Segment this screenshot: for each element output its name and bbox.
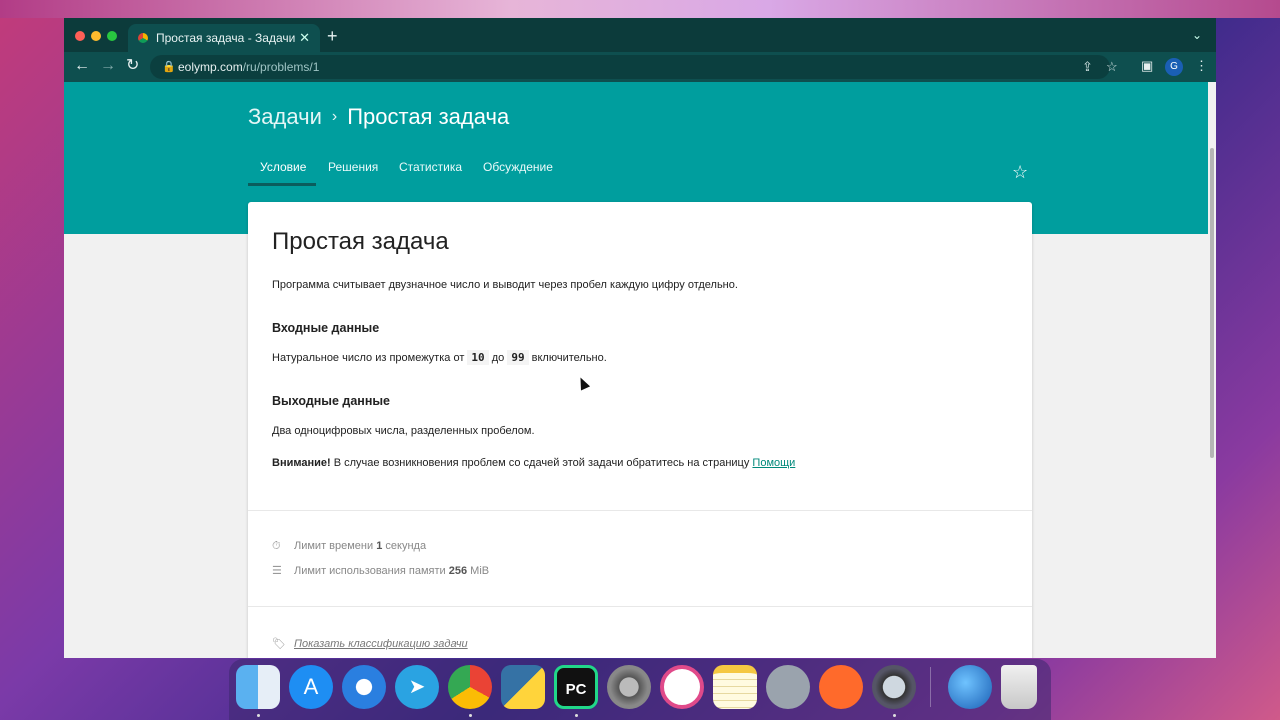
show-classification-link[interactable]: Показать классификацию задачи xyxy=(294,638,468,650)
memory-stack-icon: ☰ xyxy=(272,565,282,577)
running-indicator xyxy=(575,714,578,717)
url-text[interactable]: eolymp.com/ru/problems/1 xyxy=(178,60,319,74)
tab-search-chevron-icon[interactable]: ⌄ xyxy=(1192,28,1202,42)
desktop-wallpaper xyxy=(0,0,1280,18)
tab-title: Простая задача - Задачи - Eo xyxy=(156,31,296,45)
output-description: Два одноцифровых числа, разделенных проб… xyxy=(272,425,535,437)
bookmark-star-icon[interactable]: ☆ xyxy=(1106,59,1118,75)
side-panel-icon[interactable]: ▣ xyxy=(1141,58,1153,74)
app-store-icon[interactable]: A xyxy=(289,665,333,709)
globe-icon[interactable] xyxy=(948,665,992,709)
tab-discussion[interactable]: Обсуждение xyxy=(483,160,553,174)
tag-icon: 🏷 xyxy=(272,638,286,650)
browser-menu-icon[interactable]: ⋮ xyxy=(1195,58,1208,74)
minimize-window-button[interactable] xyxy=(91,31,101,41)
active-tab-indicator xyxy=(248,183,316,186)
browser-toolbar: ← → ↻ 🔒 eolymp.com/ru/problems/1 ⇪ ☆ ▣ G… xyxy=(64,52,1216,82)
breadcrumb: Задачи › Простая задача xyxy=(248,104,509,130)
zoom-window-button[interactable] xyxy=(107,31,117,41)
trash-icon[interactable] xyxy=(1001,665,1037,709)
finder-icon[interactable] xyxy=(236,665,280,709)
time-limit: ⏱ Лимит времени 1 секунда xyxy=(272,540,427,552)
input-heading: Входные данные xyxy=(272,321,380,335)
close-tab-icon[interactable]: ✕ xyxy=(299,24,310,52)
launchpad-icon[interactable] xyxy=(766,665,810,709)
breadcrumb-root-link[interactable]: Задачи xyxy=(248,104,322,129)
back-arrow-icon[interactable]: ← xyxy=(74,57,90,75)
output-heading: Выходные данные xyxy=(272,394,391,408)
tab-statement[interactable]: Условие xyxy=(260,160,306,174)
input-description: Натуральное число из промежутка от 10 до… xyxy=(272,350,607,365)
divider xyxy=(248,510,1032,511)
notes-icon[interactable] xyxy=(713,665,757,709)
safari-icon[interactable] xyxy=(342,665,386,709)
input-max-code: 99 xyxy=(507,350,529,365)
input-min-code: 10 xyxy=(467,350,489,365)
dock-separator xyxy=(930,667,931,707)
notice-text: Внимание! В случае возникновения проблем… xyxy=(272,457,796,469)
browser-titlebar: Простая задача - Задачи - Eo ✕ + ⌄ xyxy=(64,18,1216,52)
running-indicator xyxy=(469,714,472,717)
sublime-icon[interactable] xyxy=(819,665,863,709)
running-indicator xyxy=(257,714,260,717)
reload-icon[interactable]: ↻ xyxy=(126,57,139,75)
browser-window: Простая задача - Задачи - Eo ✕ + ⌄ ← → ↻… xyxy=(64,18,1216,658)
favorite-star-icon[interactable]: ☆ xyxy=(1012,162,1028,183)
source-tree-icon[interactable] xyxy=(660,665,704,709)
scrollbar-thumb[interactable] xyxy=(1210,148,1214,458)
breadcrumb-current: Простая задача xyxy=(347,104,510,129)
breadcrumb-chevron-icon: › xyxy=(331,108,338,125)
share-icon[interactable]: ⇪ xyxy=(1082,59,1093,75)
eolymp-favicon-icon xyxy=(138,33,148,43)
page-content: Задачи › Простая задача Условие Решения Ст… xyxy=(64,82,1216,658)
new-tab-button[interactable]: + xyxy=(327,27,338,45)
chrome-icon[interactable] xyxy=(448,665,492,709)
classification-row: 🏷 Показать классификацию задачи xyxy=(272,637,468,650)
problem-statement: Программа считывает двузначное число и в… xyxy=(272,279,738,291)
running-indicator xyxy=(893,714,896,717)
profile-avatar[interactable]: G xyxy=(1165,58,1183,76)
divider xyxy=(248,606,1032,607)
tab-statistics[interactable]: Статистика xyxy=(399,160,462,174)
system-preferences-icon[interactable] xyxy=(607,665,651,709)
telegram-icon[interactable]: ➤ xyxy=(395,665,439,709)
help-link[interactable]: Помощи xyxy=(752,457,795,469)
close-window-button[interactable] xyxy=(75,31,85,41)
lock-icon: 🔒 xyxy=(162,61,176,73)
address-bar[interactable]: 🔒 eolymp.com/ru/problems/1 ⇪ ☆ xyxy=(150,55,1118,79)
memory-limit: ☰ Лимит использования памяти 256 MiB xyxy=(272,565,490,577)
stopwatch-icon: ⏱ xyxy=(272,540,281,552)
quicktime-icon[interactable] xyxy=(872,665,916,709)
python-launcher-icon[interactable] xyxy=(501,665,545,709)
browser-tab-active[interactable]: Простая задача - Задачи - Eo ✕ xyxy=(128,24,320,52)
notice-bold: Внимание! xyxy=(272,457,331,469)
tab-solutions[interactable]: Решения xyxy=(328,160,378,174)
problem-card: Простая задача Программа считывает двузн… xyxy=(248,202,1032,658)
forward-arrow-icon[interactable]: → xyxy=(100,57,116,75)
problem-title: Простая задача xyxy=(272,228,449,255)
pycharm-icon[interactable]: PC xyxy=(554,665,598,709)
